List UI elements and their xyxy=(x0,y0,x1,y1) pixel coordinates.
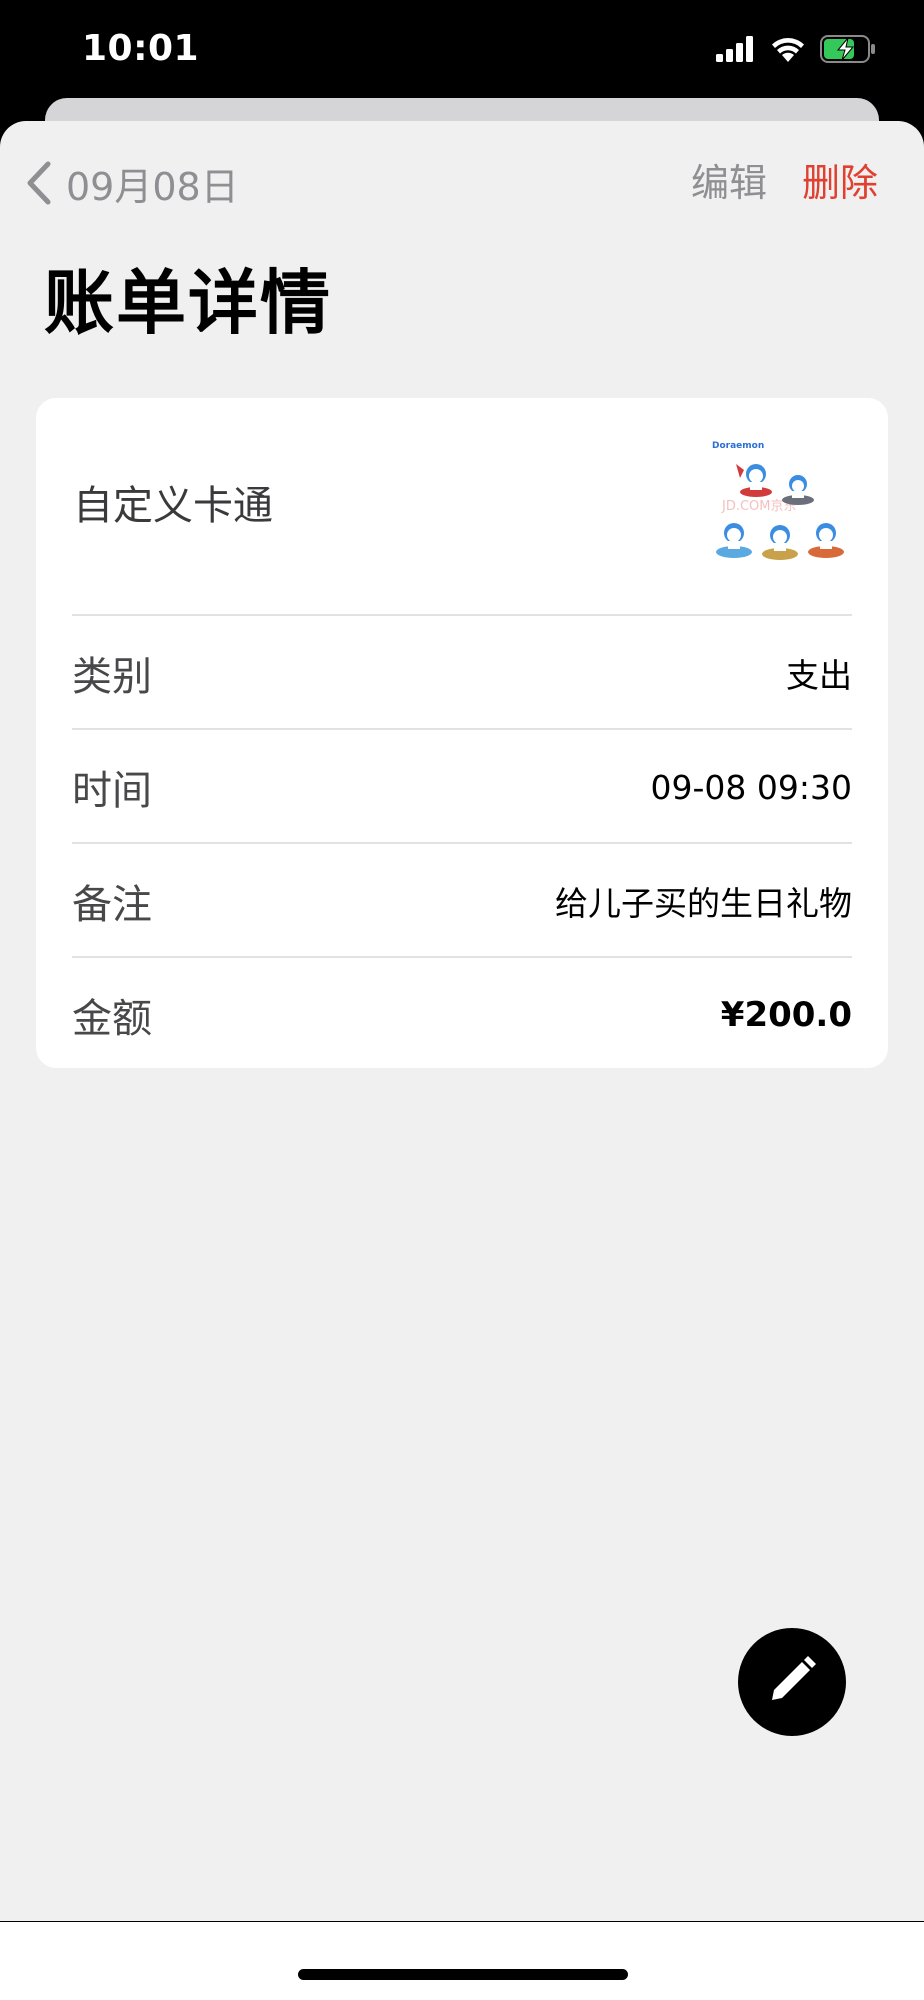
wifi-icon xyxy=(770,35,806,63)
row-value: 支出 xyxy=(786,656,852,695)
detail-row-note: 备注 给儿子买的生日礼物 xyxy=(72,842,852,958)
home-indicator[interactable] xyxy=(298,1969,628,1980)
delete-button[interactable]: 删除 xyxy=(802,158,878,208)
row-value: 09-08 09:30 xyxy=(650,767,852,807)
cellular-signal-icon xyxy=(716,36,756,62)
bill-header: 自定义卡通 Doraemon JD.COM京东 xyxy=(36,398,888,614)
row-value: 给儿子买的生日礼物 xyxy=(555,884,852,923)
row-label: 类别 xyxy=(72,654,152,700)
status-time: 10:01 xyxy=(82,28,200,69)
row-value: ¥200.0 xyxy=(720,995,852,1035)
page-title: 账单详情 xyxy=(44,262,332,344)
doraemon-figures-image: Doraemon JD.COM京东 xyxy=(710,434,852,576)
row-label: 金额 xyxy=(72,996,152,1042)
detail-row-time: 时间 09-08 09:30 xyxy=(72,728,852,844)
bill-name: 自定义卡通 xyxy=(73,483,273,529)
bottom-safe-area xyxy=(0,1922,924,2000)
bill-detail-card: 自定义卡通 Doraemon JD.COM京东 类别 支出 时间 09-08 0… xyxy=(36,398,888,1068)
row-label: 时间 xyxy=(72,768,152,814)
pencil-icon xyxy=(764,1652,820,1712)
detail-row-category: 类别 支出 xyxy=(72,614,852,730)
detail-row-amount: 金额 ¥200.0 xyxy=(72,956,852,1072)
thumbnail-logo: Doraemon xyxy=(712,441,764,451)
edit-button[interactable]: 编辑 xyxy=(691,158,767,208)
back-button[interactable]: 09月08日 xyxy=(26,158,239,209)
bill-thumbnail[interactable]: Doraemon JD.COM京东 xyxy=(710,434,852,576)
chevron-left-icon xyxy=(26,161,52,205)
status-bar: 10:01 xyxy=(0,0,924,100)
back-button-label: 09月08日 xyxy=(66,164,239,209)
battery-charging-icon xyxy=(820,35,876,63)
status-icons xyxy=(716,34,876,64)
edit-fab-button[interactable] xyxy=(738,1628,846,1736)
row-label: 备注 xyxy=(72,882,152,928)
